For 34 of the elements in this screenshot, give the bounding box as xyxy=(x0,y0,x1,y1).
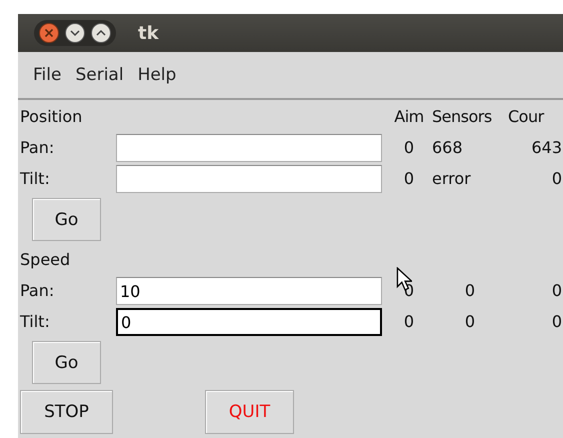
sensor-value: 0 xyxy=(464,312,476,331)
field-label: Tilt: xyxy=(20,168,51,190)
close-icon[interactable] xyxy=(39,23,59,43)
aim-value: 0 xyxy=(404,138,414,157)
input-field[interactable]: 0 xyxy=(116,308,382,336)
field-label: Tilt: xyxy=(20,311,51,333)
aim-value: 0 xyxy=(404,169,414,188)
count-value: 0 xyxy=(552,169,562,188)
menu-item[interactable]: File xyxy=(31,63,64,87)
sensor-value: error xyxy=(432,169,471,188)
go-button[interactable]: Go xyxy=(32,341,101,384)
input-field[interactable] xyxy=(116,134,382,162)
stop-button[interactable]: STOP xyxy=(20,390,113,434)
maximize-icon[interactable] xyxy=(91,23,111,43)
count-value: 0 xyxy=(552,281,562,300)
section-heading: Position xyxy=(20,106,84,128)
field-label: Pan: xyxy=(20,137,56,159)
column-header: Cour xyxy=(508,106,546,128)
column-header: Aim xyxy=(393,106,425,128)
section-heading: Speed xyxy=(20,249,72,271)
go-button[interactable]: Go xyxy=(32,198,101,241)
column-header: Sensors xyxy=(432,106,493,128)
input-field[interactable]: 10 xyxy=(116,277,382,305)
minimize-icon[interactable] xyxy=(65,23,85,43)
sensor-value: 0 xyxy=(464,281,476,300)
sensor-value: 668 xyxy=(432,138,463,157)
menu-item[interactable]: Help xyxy=(136,63,178,87)
count-value: 643 xyxy=(531,138,562,157)
window-title: tk xyxy=(138,22,159,44)
count-value: 0 xyxy=(552,312,562,331)
aim-value: 0 xyxy=(404,312,414,331)
input-field[interactable] xyxy=(116,165,382,193)
menu-item[interactable]: Serial xyxy=(73,63,126,87)
field-label: Pan: xyxy=(20,280,56,302)
